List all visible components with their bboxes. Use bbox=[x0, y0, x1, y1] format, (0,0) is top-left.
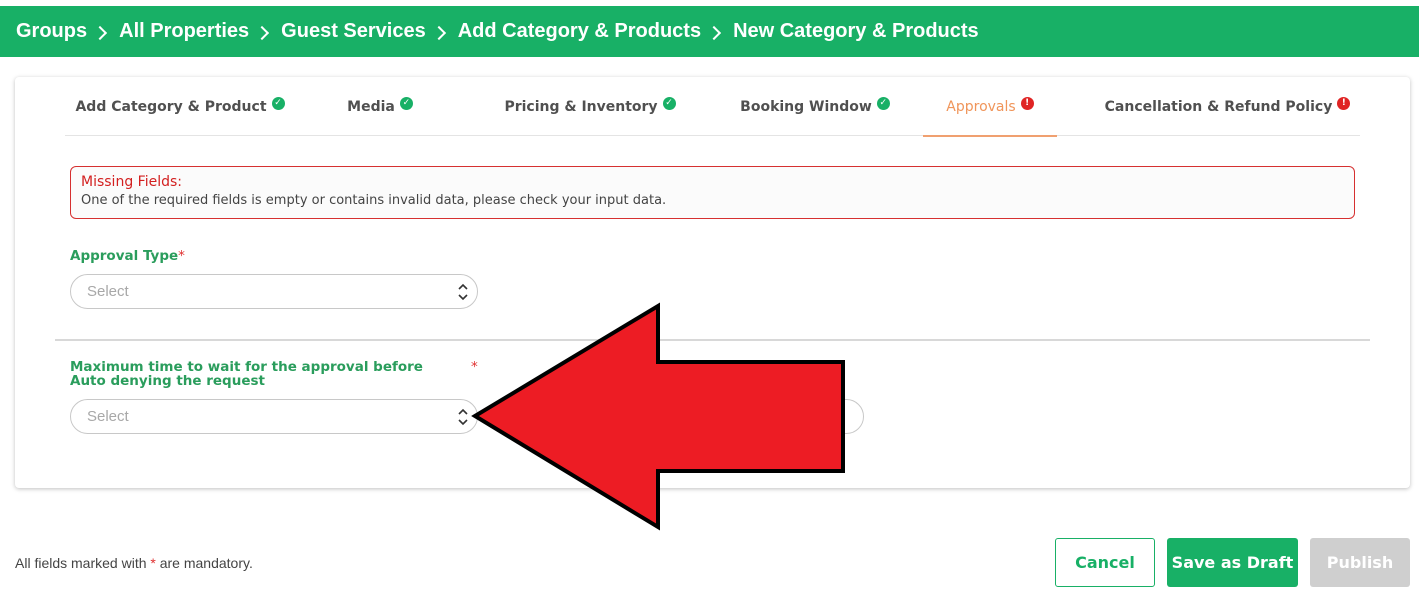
required-mark: * bbox=[178, 248, 185, 264]
mandatory-note: All fields marked with * are mandatory. bbox=[15, 555, 253, 571]
breadcrumb-item-groups[interactable]: Groups bbox=[16, 20, 87, 43]
step-tabs: Add Category & Product ✓ Media ✓ Pricing… bbox=[65, 77, 1360, 137]
check-circle-icon: ✓ bbox=[271, 97, 285, 110]
tab-label: Add Category & Product bbox=[75, 98, 267, 115]
chevron-updown-icon bbox=[458, 408, 468, 426]
mandatory-prefix: All fields marked with bbox=[15, 555, 147, 571]
chevron-right-icon bbox=[431, 25, 446, 40]
max-wait-select[interactable]: Select bbox=[70, 399, 478, 434]
max-wait-placeholder: Select bbox=[87, 408, 129, 425]
alert-title: Missing Fields: bbox=[81, 174, 182, 190]
annotation-arrow-icon bbox=[471, 302, 845, 531]
alert-message: One of the required fields is empty or c… bbox=[81, 193, 667, 208]
breadcrumb: Groups All Properties Guest Services Add… bbox=[0, 6, 1419, 57]
tab-cancellation-refund[interactable]: Cancellation & Refund Policy ! bbox=[1095, 77, 1360, 136]
chevron-updown-icon bbox=[458, 283, 468, 301]
alert-circle-icon: ! bbox=[1337, 97, 1351, 110]
tab-booking-window[interactable]: Booking Window ✓ bbox=[715, 77, 915, 136]
tab-approvals[interactable]: Approvals ! bbox=[923, 77, 1057, 137]
chevron-right-icon bbox=[706, 25, 722, 40]
tab-label: Booking Window bbox=[740, 98, 872, 115]
mandatory-suffix: are mandatory. bbox=[159, 555, 253, 571]
tab-media[interactable]: Media ✓ bbox=[305, 77, 455, 136]
breadcrumb-item-guest-services[interactable]: Guest Services bbox=[281, 20, 426, 43]
tab-label: Cancellation & Refund Policy bbox=[1104, 98, 1333, 115]
tab-add-category-product[interactable]: Add Category & Product ✓ bbox=[65, 77, 295, 136]
tab-label: Approvals bbox=[946, 98, 1016, 115]
cancel-button[interactable]: Cancel bbox=[1055, 538, 1155, 587]
chevron-right-icon bbox=[255, 25, 270, 40]
tab-pricing-inventory[interactable]: Pricing & Inventory ✓ bbox=[485, 77, 695, 136]
max-wait-label: Maximum time to wait for the approval be… bbox=[70, 359, 423, 389]
check-circle-icon: ✓ bbox=[876, 97, 890, 110]
tab-label: Pricing & Inventory bbox=[504, 98, 658, 115]
tab-label: Media bbox=[347, 98, 395, 115]
save-draft-button[interactable]: Save as Draft bbox=[1167, 538, 1298, 587]
publish-button[interactable]: Publish bbox=[1310, 538, 1410, 587]
approval-type-label: Approval Type* bbox=[70, 249, 185, 263]
approval-type-select[interactable]: Select bbox=[70, 274, 478, 309]
approval-type-label-text: Approval Type bbox=[70, 248, 179, 264]
breadcrumb-item-all-properties[interactable]: All Properties bbox=[119, 20, 249, 43]
approval-type-placeholder: Select bbox=[87, 283, 129, 300]
required-mark: * bbox=[150, 555, 156, 571]
chevron-right-icon bbox=[93, 25, 108, 40]
missing-fields-alert: Missing Fields: One of the required fiel… bbox=[70, 166, 1355, 219]
breadcrumb-item-add-category[interactable]: Add Category & Products bbox=[458, 20, 701, 43]
check-circle-icon: ✓ bbox=[662, 97, 676, 110]
alert-circle-icon: ! bbox=[1020, 97, 1034, 110]
check-circle-icon: ✓ bbox=[399, 97, 413, 110]
breadcrumb-item-new-category: New Category & Products bbox=[733, 20, 979, 42]
